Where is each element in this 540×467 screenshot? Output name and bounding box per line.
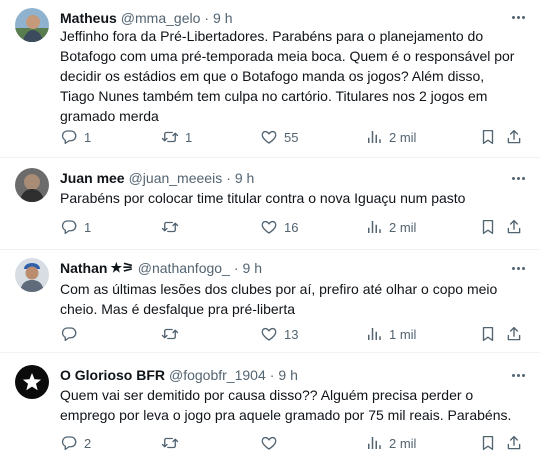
timestamp[interactable]: 9 h [235, 170, 254, 186]
view-count: 2 mil [389, 435, 417, 451]
retweet-icon [161, 325, 179, 343]
reply-button[interactable]: 1 [60, 126, 91, 148]
retweet-icon [161, 434, 179, 452]
reply-icon [60, 128, 78, 146]
user-handle[interactable]: @juan_meeeis [129, 170, 223, 186]
like-button[interactable] [260, 432, 284, 454]
retweet-button[interactable]: 1 [161, 126, 192, 148]
reply-count: 2 [84, 435, 92, 451]
more-icon[interactable] [508, 9, 528, 25]
bookmark-icon [479, 325, 497, 343]
like-icon [260, 434, 278, 452]
retweet-button[interactable] [161, 323, 185, 345]
tweet-text: Jeffinho fora da Pré-Libertadores. Parab… [60, 28, 515, 124]
bookmark-icon [479, 218, 497, 236]
reply-icon [60, 218, 78, 236]
views-icon [365, 434, 383, 452]
action-bar: 1 16 2 mil [60, 216, 516, 238]
like-count: 13 [284, 326, 299, 342]
views-button[interactable]: 2 mil [365, 216, 416, 238]
share-icon [505, 218, 523, 236]
tweet-text: Com as últimas lesões dos clubes por aí,… [60, 281, 498, 317]
user-handle[interactable]: @fogobfr_1904 [169, 367, 266, 383]
reply-count: 1 [84, 219, 92, 235]
tweet-4[interactable]: O Glorioso BFR @fogobfr_1904 · 9 h Quem … [0, 353, 540, 467]
tweet-1[interactable]: Matheus @mma_gelo · 9 h Jeffinho fora da… [0, 0, 540, 158]
bookmark-button[interactable] [479, 126, 497, 148]
tweet-3[interactable]: Nathan ★⚞ @nathanfogo_ · 9 h Com as últi… [0, 250, 540, 353]
action-bar: 13 1 mil [60, 323, 516, 345]
share-button[interactable] [505, 432, 523, 454]
like-count: 16 [284, 219, 299, 235]
view-count: 1 mil [389, 326, 417, 342]
share-button[interactable] [505, 126, 523, 148]
like-icon [260, 325, 278, 343]
reply-count: 1 [84, 129, 92, 145]
like-icon [260, 218, 278, 236]
bookmark-button[interactable] [479, 323, 497, 345]
views-button[interactable]: 2 mil [365, 126, 416, 148]
separator: · [269, 367, 275, 383]
views-icon [365, 218, 383, 236]
action-bar: 1 1 55 2 mil [60, 126, 516, 148]
reply-button[interactable]: 1 [60, 216, 91, 238]
bookmark-icon [479, 434, 497, 452]
tweet-text: Quem vai ser demitido por causa disso?? … [60, 387, 512, 423]
reply-icon [60, 325, 78, 343]
bookmark-button[interactable] [479, 432, 497, 454]
avatar[interactable] [15, 365, 49, 399]
display-name[interactable]: Matheus [60, 10, 117, 26]
tweet-2[interactable]: Juan mee @juan_meeeis · 9 h Parabéns por… [0, 158, 540, 250]
bookmark-button[interactable] [479, 216, 497, 238]
reply-button[interactable]: 2 [60, 432, 91, 454]
tweet-text: Parabéns por colocar time titular contra… [60, 190, 466, 206]
name-emoji-badge: ★⚞ [110, 260, 134, 275]
share-icon [505, 128, 523, 146]
more-icon[interactable] [508, 260, 528, 276]
retweet-button[interactable] [161, 432, 185, 454]
display-name[interactable]: O Glorioso BFR [60, 367, 165, 383]
views-button[interactable]: 1 mil [365, 323, 416, 345]
separator: · [233, 260, 239, 276]
like-count: 55 [284, 129, 299, 145]
share-button[interactable] [505, 216, 523, 238]
share-icon [505, 325, 523, 343]
action-bar: 2 2 mil [60, 432, 516, 454]
avatar[interactable] [15, 8, 49, 42]
timestamp[interactable]: 9 h [278, 367, 297, 383]
more-icon[interactable] [508, 170, 528, 186]
like-button[interactable]: 55 [260, 126, 298, 148]
share-icon [505, 434, 523, 452]
user-handle[interactable]: @nathanfogo_ [138, 260, 230, 276]
display-name[interactable]: Nathan [60, 260, 107, 276]
like-button[interactable]: 16 [260, 216, 298, 238]
like-button[interactable]: 13 [260, 323, 298, 345]
display-name[interactable]: Juan mee [60, 170, 125, 186]
retweet-count: 1 [185, 129, 193, 145]
timestamp[interactable]: 9 h [213, 10, 232, 26]
views-button[interactable]: 2 mil [365, 432, 416, 454]
separator: · [204, 10, 210, 26]
views-icon [365, 128, 383, 146]
share-button[interactable] [505, 323, 523, 345]
retweet-icon [161, 218, 179, 236]
reply-feed: Matheus @mma_gelo · 9 h Jeffinho fora da… [0, 0, 540, 467]
reply-button[interactable] [60, 323, 84, 345]
avatar[interactable] [15, 168, 49, 202]
view-count: 2 mil [389, 129, 417, 145]
retweet-button[interactable] [161, 216, 185, 238]
timestamp[interactable]: 9 h [243, 260, 262, 276]
view-count: 2 mil [389, 219, 417, 235]
views-icon [365, 325, 383, 343]
like-icon [260, 128, 278, 146]
avatar[interactable] [15, 258, 49, 292]
user-handle[interactable]: @mma_gelo [121, 10, 201, 26]
reply-icon [60, 434, 78, 452]
retweet-icon [161, 128, 179, 146]
bookmark-icon [479, 128, 497, 146]
separator: · [226, 170, 231, 186]
more-icon[interactable] [508, 367, 528, 383]
